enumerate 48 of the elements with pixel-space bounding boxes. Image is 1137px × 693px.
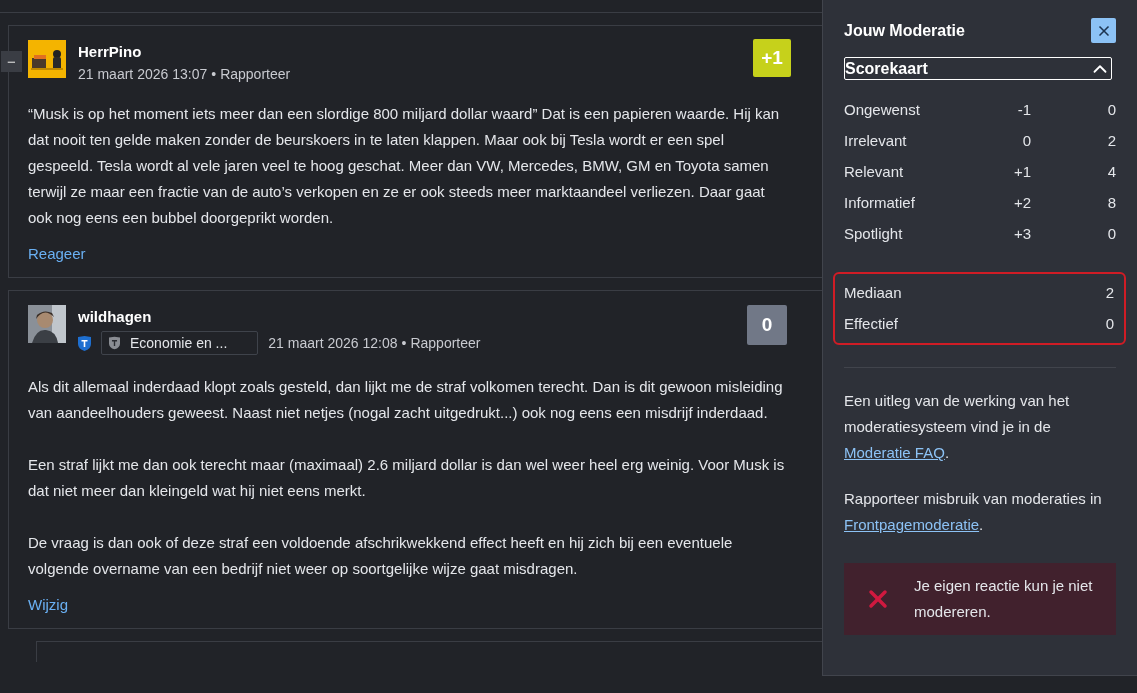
comment-date: 21 maart 2026 12:08 [268,335,398,351]
score-label: Ongewenst [844,100,921,120]
forum-name: Economie en ... [130,335,228,351]
comment-text: Een straf lijkt me dan ook terecht maar (maximaal) 2.6 miljard dollar is dan wel weer heel erg weinig. Voor Musk is dat niet meer dan kleingeld wat hij niet eens merkt. [28,455,786,501]
score-badge: +1 [753,39,791,77]
score-badge: 0 [747,305,787,345]
total-label: Effectief [844,314,898,334]
report-link[interactable]: Rapporteer [220,66,291,82]
forum-badge[interactable]: Economie en ... [101,331,259,355]
comment-text: De vraag is dan ook of deze straf een voldoende afschrikwekkend effect heeft en hij zich bij een eventuele volgende overname van een bedrijf niet weer op soortgelijke wijze gaat misdragen. [28,533,734,579]
score-value: +3 [1012,224,1031,244]
score-count: 2 [1106,131,1116,151]
total-count: 2 [1105,283,1114,303]
shield-icon [78,335,91,351]
edit-link[interactable]: Wijzig [28,596,68,613]
score-count: 8 [1106,193,1116,213]
info-link[interactable]: Frontpagemoderatie [844,516,980,533]
score-label: Relevant [844,162,905,182]
score-count: 0 [1106,224,1116,244]
info-text: Een uitleg van de werking van het moderatiesysteem vind je in de Moderatie FAQ. [844,391,1071,463]
collapse-button[interactable]: − [1,51,22,72]
author-name[interactable]: wildhagen [78,308,481,325]
score-value: -1 [1016,100,1031,120]
total-count: 0 [1105,314,1114,334]
author-name[interactable]: HerrPino [78,43,291,60]
separator-dot: • [401,335,407,351]
scorecard-toggle[interactable]: Scorekaart [844,57,1112,80]
score-label: Informatief [844,193,916,213]
report-link[interactable]: Rapporteer [410,335,481,351]
score-value: +2 [1012,193,1031,213]
score-label: Spotlight [844,224,904,244]
separator-dot: • [211,66,217,82]
total-label: Mediaan [844,283,902,303]
shield-icon [109,336,120,350]
comment-text: Als dit allemaal inderdaad klopt zoals gesteld, dan lijkt me de straf volkomen terecht. Dan is dit gewoon misleiding van aandeelhouders geweest. Naast niet netjes (nogal zacht uitgedrukt...) ook nog eens een misdrijf inderdaad. [28,377,784,423]
score-count: 0 [1106,100,1116,120]
comment-date: 21 maart 2026 13:07 [78,66,208,82]
score-value: +1 [1012,162,1031,182]
info-link[interactable]: Moderatie FAQ [844,444,945,461]
close-button[interactable] [1091,18,1116,43]
score-label: Irrelevant [844,131,908,151]
panel-title: Jouw Moderatie [844,21,965,40]
score-value: 0 [1021,131,1031,151]
score-count: 4 [1106,162,1116,182]
reply-link[interactable]: Reageer [28,245,86,262]
error-text: Je eigen reactie kun je niet modereren. [914,576,1094,622]
comment-text: “Musk is op het moment iets meer dan een slordige 800 miljard dollar waard” Dat is een papieren waarde. Hij kan dat nooit ten gelde maken zonder de beurskoers in te laten klappen. Maar ook bij Tesla wordt er een spel gespeeld. Tesla wordt al vele jaren veel te hoog geschat. Meer dan VW, Mercedes, BMW, GM en Toyota samen terwijl ze maar een fractie van de auto’s verkopen en ze er ook steeds meer marktaandeel verliezen. Daar gaat ook nog eens een bubbel doorgeprikt worden. [28,104,781,228]
info-text: Rapporteer misbruik van moderaties in Frontpagemoderatie. [844,489,1103,535]
